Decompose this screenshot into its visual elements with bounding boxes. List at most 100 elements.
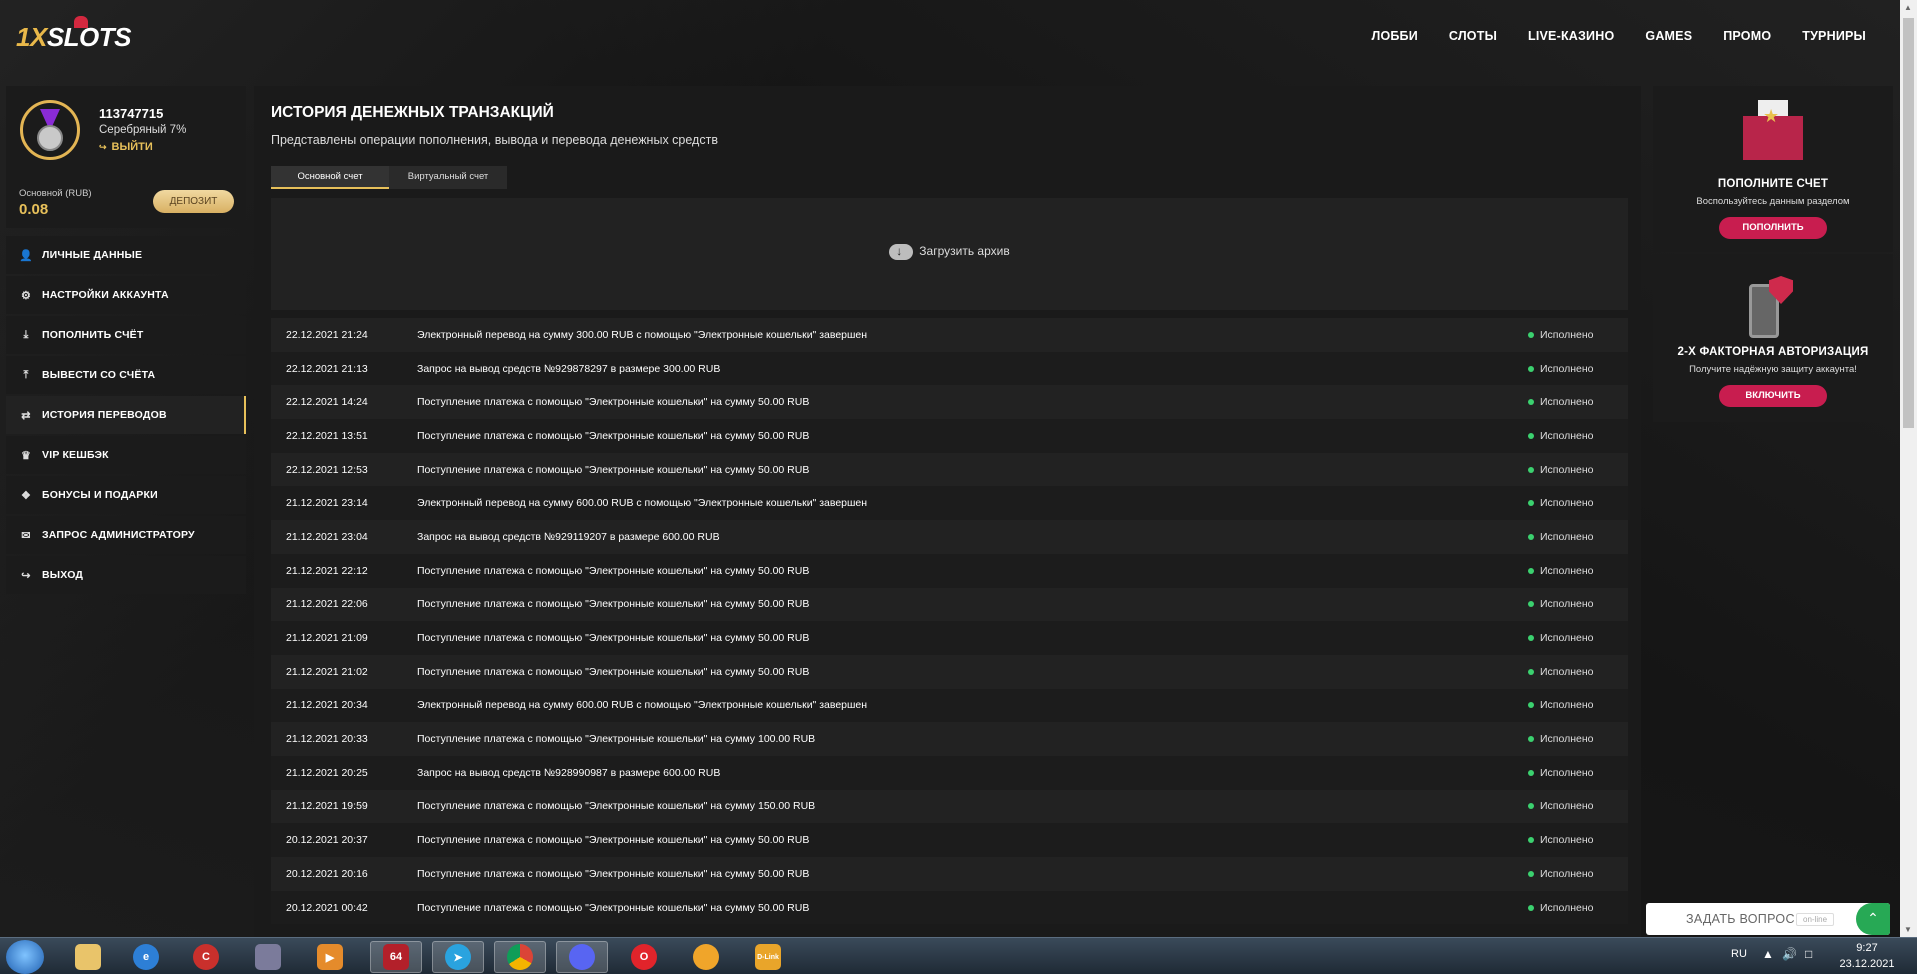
status-badge: Исполнено bbox=[1528, 565, 1594, 577]
status-dot-icon bbox=[1528, 635, 1534, 642]
menu-item-label: ИСТОРИЯ ПЕРЕВОДОВ bbox=[42, 409, 167, 421]
transaction-description: Поступление платежа с помощью "Электронн… bbox=[417, 665, 810, 678]
telegram-icon[interactable]: ➤ bbox=[432, 941, 484, 973]
table-row: 22.12.2021 12:53 Поступление платежа с по… bbox=[271, 452, 1628, 487]
tray-expand-icon[interactable]: ▲ bbox=[1762, 947, 1774, 961]
card-desc: Получите надёжную защиту аккаунта! bbox=[1689, 364, 1857, 375]
menu-item-4[interactable]: ⇄ ИСТОРИЯ ПЕРЕВОДОВ bbox=[6, 396, 246, 434]
menu-item-7[interactable]: ✉ ЗАПРОС АДМИНИСТРАТОРУ bbox=[6, 516, 246, 554]
status-dot-icon bbox=[1528, 399, 1534, 406]
crown-icon: ♛ bbox=[20, 449, 32, 462]
vpn-icon[interactable] bbox=[680, 941, 732, 973]
page-title: ИСТОРИЯ ДЕНЕЖНЫХ ТРАНЗАКЦИЙ bbox=[271, 104, 554, 121]
aida64-icon[interactable]: 64 bbox=[370, 941, 422, 973]
logout-link[interactable]: ↪ ВЫЙТИ bbox=[99, 141, 153, 153]
profile-panel: 113747715 Серебряный 7% ↪ ВЫЙТИ Основной … bbox=[6, 86, 246, 228]
page-scrollbar[interactable]: ▲ ▼ bbox=[1900, 0, 1917, 937]
status-dot-icon bbox=[1528, 500, 1534, 507]
menu-item-5[interactable]: ♛ VIP КЕШБЭК bbox=[6, 436, 246, 474]
media-player-icon[interactable]: ▶ bbox=[304, 941, 356, 973]
network-icon[interactable]: □ bbox=[1805, 947, 1812, 961]
table-row: 22.12.2021 14:24 Поступление платежа с по… bbox=[271, 385, 1628, 420]
card-desc: Воспользуйтесь данным разделом bbox=[1696, 196, 1850, 207]
menu-item-8[interactable]: ↪ ВЫХОД bbox=[6, 556, 246, 594]
status-badge: Исполнено bbox=[1528, 699, 1594, 711]
page-subtitle: Представлены операции пополнения, вывода… bbox=[271, 133, 718, 147]
clock-time[interactable]: 9:27 bbox=[1837, 942, 1897, 954]
transaction-description: Запрос на вывод средств №928990987 в раз… bbox=[417, 766, 721, 779]
nav-slots[interactable]: СЛОТЫ bbox=[1449, 29, 1497, 43]
table-row: 22.12.2021 21:13 Запрос на вывод средств … bbox=[271, 351, 1628, 386]
status-dot-icon bbox=[1528, 533, 1534, 540]
status-dot-icon bbox=[1528, 668, 1534, 675]
logo-num: 1X bbox=[16, 22, 47, 52]
discord-icon[interactable] bbox=[556, 941, 608, 973]
nav-lobby[interactable]: ЛОББИ bbox=[1371, 29, 1417, 43]
ie-icon[interactable]: e bbox=[120, 941, 172, 973]
tab-main-account[interactable]: Основной счет bbox=[271, 166, 389, 189]
table-row: 21.12.2021 23:14 Электронный перевод на с… bbox=[271, 486, 1628, 521]
transaction-description: Электронный перевод на сумму 600.00 RUB … bbox=[417, 699, 868, 712]
status-label: Исполнено bbox=[1540, 362, 1594, 375]
status-label: Исполнено bbox=[1540, 699, 1594, 712]
table-row: 22.12.2021 13:51 Поступление платежа с по… bbox=[271, 419, 1628, 453]
table-row: 20.12.2021 20:37 Поступление платежа с по… bbox=[271, 823, 1628, 857]
menu-item-1[interactable]: ⚙ НАСТРОЙКИ АККАУНТА bbox=[6, 276, 246, 314]
nav-promo[interactable]: ПРОМО bbox=[1723, 29, 1771, 43]
transaction-description: Поступление платежа с помощью "Электронн… bbox=[417, 733, 816, 746]
status-badge: Исполнено bbox=[1528, 531, 1594, 543]
deposit-button[interactable]: ДЕПОЗИТ bbox=[153, 190, 234, 213]
nav-tournaments[interactable]: ТУРНИРЫ bbox=[1802, 29, 1866, 43]
tab-virtual-account[interactable]: Виртуальный счет bbox=[389, 166, 507, 189]
transaction-date: 21.12.2021 20:34 bbox=[286, 699, 368, 712]
logo[interactable]: 1XSLOTS bbox=[16, 16, 131, 53]
menu-item-2[interactable]: ⤓ ПОПОЛНИТЬ СЧЁТ bbox=[6, 316, 246, 354]
transaction-date: 21.12.2021 19:59 bbox=[286, 800, 368, 813]
transaction-date: 21.12.2021 22:12 bbox=[286, 564, 368, 577]
status-dot-icon bbox=[1528, 769, 1534, 776]
transaction-description: Поступление платежа с помощью "Электронн… bbox=[417, 867, 810, 880]
status-dot-icon bbox=[1528, 331, 1534, 338]
table-row: 21.12.2021 21:09 Поступление платежа с по… bbox=[271, 621, 1628, 655]
scroll-up-icon[interactable]: ▲ bbox=[1904, 3, 1912, 12]
chrome-icon[interactable] bbox=[494, 941, 546, 973]
ccleaner-icon[interactable]: C bbox=[180, 941, 232, 973]
status-label: Исполнено bbox=[1540, 901, 1594, 914]
user-add-icon: 👤 bbox=[19, 249, 33, 262]
transaction-date: 21.12.2021 22:06 bbox=[286, 598, 368, 611]
opera-icon[interactable]: O bbox=[618, 941, 670, 973]
scroll-thumb[interactable] bbox=[1903, 18, 1914, 428]
ask-question-widget[interactable]: ЗАДАТЬ ВОПРОС on-line ⌃ bbox=[1646, 903, 1890, 935]
replenish-button[interactable]: ПОПОЛНИТЬ bbox=[1719, 217, 1827, 239]
archiver-icon[interactable] bbox=[242, 941, 294, 973]
table-row: 21.12.2021 22:12 Поступление платежа с по… bbox=[271, 553, 1628, 588]
chevron-up-icon[interactable]: ⌃ bbox=[1856, 903, 1890, 935]
nav-live-casino[interactable]: LIVE-КАЗИНО bbox=[1528, 29, 1614, 43]
nav-games[interactable]: GAMES bbox=[1645, 29, 1692, 43]
scroll-down-icon[interactable]: ▼ bbox=[1904, 925, 1912, 934]
explorer-icon[interactable] bbox=[62, 941, 114, 973]
menu-item-3[interactable]: ⤒ ВЫВЕСТИ СО СЧЁТА bbox=[6, 356, 246, 394]
menu-item-0[interactable]: 👤 ЛИЧНЫЕ ДАННЫЕ bbox=[6, 236, 246, 274]
menu-item-label: БОНУСЫ И ПОДАРКИ bbox=[42, 489, 158, 501]
status-label: Исполнено bbox=[1540, 867, 1594, 880]
status-dot-icon bbox=[1528, 365, 1534, 372]
table-row: 21.12.2021 21:02 Поступление платежа с по… bbox=[271, 654, 1628, 689]
dlink-icon[interactable]: D-Link bbox=[742, 941, 794, 973]
language-indicator[interactable]: RU bbox=[1731, 948, 1747, 960]
main-nav: ЛОББИ СЛОТЫ LIVE-КАЗИНО GAMES ПРОМО ТУРН… bbox=[1371, 29, 1866, 43]
menu-item-6[interactable]: ❖ БОНУСЫ И ПОДАРКИ bbox=[6, 476, 246, 514]
account-tabs: Основной счет Виртуальный счет bbox=[271, 166, 507, 189]
transaction-date: 21.12.2021 21:09 bbox=[286, 632, 368, 645]
start-button[interactable] bbox=[6, 940, 44, 974]
aida64-label: 64 bbox=[383, 944, 409, 970]
account-menu: 👤 ЛИЧНЫЕ ДАННЫЕ ⚙ НАСТРОЙКИ АККАУНТА ⤓ ПОПОЛН… bbox=[6, 236, 246, 596]
volume-icon[interactable]: 🔊 bbox=[1782, 947, 1797, 961]
clock-date[interactable]: 23.12.2021 bbox=[1837, 958, 1897, 970]
enable-2fa-button[interactable]: ВКЛЮЧИТЬ bbox=[1719, 385, 1827, 407]
status-label: Исполнено bbox=[1540, 564, 1594, 577]
silver-medal-icon bbox=[20, 100, 80, 160]
balance-label: Основной (RUB) bbox=[19, 188, 92, 199]
gift-icon: ❖ bbox=[20, 489, 32, 502]
download-archive-button[interactable]: Загрузить архив bbox=[271, 244, 1628, 260]
